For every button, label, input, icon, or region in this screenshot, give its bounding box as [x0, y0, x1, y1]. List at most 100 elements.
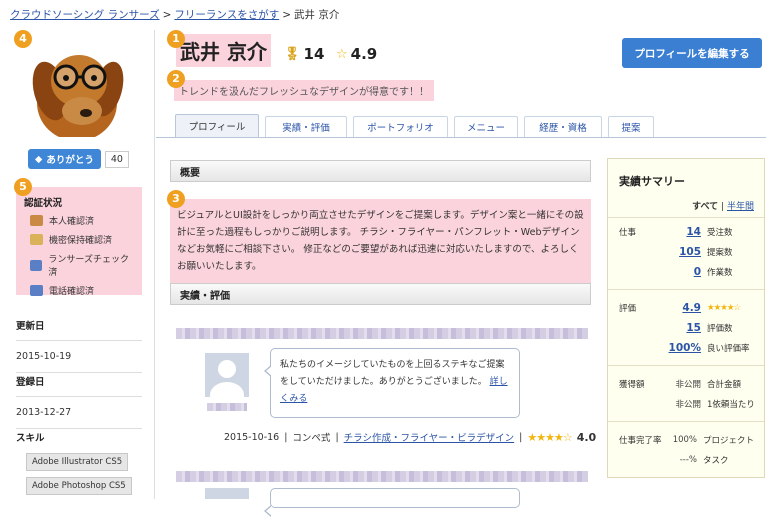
- verification-item-label: 本人確認済: [49, 217, 95, 227]
- thanks-button[interactable]: ◆ ありがとう: [28, 149, 101, 169]
- badge-stat: 🎖 14: [284, 45, 324, 63]
- eval-count[interactable]: 15: [663, 322, 701, 334]
- marker-3: 3: [167, 190, 185, 208]
- review-category-link[interactable]: チラシ作成・フライヤー・ビラデザイン: [344, 430, 515, 444]
- earn-label: 獲得額: [619, 380, 645, 390]
- verification-item: 本人確認済: [30, 214, 134, 227]
- overview-heading: 概要: [170, 160, 591, 182]
- complete-label: 仕事完了率: [619, 436, 662, 446]
- reviewer-avatar: [205, 488, 249, 499]
- breadcrumb-separator: >: [162, 9, 172, 21]
- tab-career[interactable]: 経歴・資格: [524, 116, 602, 137]
- rating-stat: ☆ 4.9: [336, 45, 377, 63]
- tasks-label: 作業数: [707, 268, 733, 278]
- good-rate[interactable]: 100%: [663, 342, 701, 354]
- verification-item-label: 電話確認済: [49, 287, 95, 297]
- sidebar-divider: [154, 30, 155, 499]
- complete-project-value: 100%: [672, 435, 697, 445]
- reviewer-avatar: [205, 353, 249, 397]
- thanks-widget: ◆ ありがとう 40: [28, 149, 129, 169]
- marker-5: 5: [14, 178, 32, 196]
- orders-value[interactable]: 14: [663, 226, 701, 238]
- summary-row-earn-per: 非公開 1依頼当たり: [619, 398, 759, 410]
- badge-count: 14: [303, 45, 325, 63]
- blurred-job-title: [176, 471, 588, 482]
- work-label: 仕事: [619, 228, 637, 238]
- registered-section: 登録日 2013-12-27: [16, 374, 142, 429]
- breadcrumb: クラウドソーシング ランサーズ > フリーランスをさがす > 武井 京介: [10, 7, 339, 22]
- skills-label: スキル: [16, 433, 45, 444]
- handshake-icon: ◆: [35, 153, 43, 165]
- summary-row-good-rate: 100% 良い評価率: [619, 342, 759, 354]
- summary-divider: [608, 217, 764, 218]
- summary-divider: [608, 421, 764, 422]
- check-card-icon: [30, 259, 43, 271]
- summary-row-eval-count: 15 評価数: [619, 322, 759, 334]
- marker-4: 4: [14, 30, 32, 48]
- tasks-value[interactable]: 0: [663, 266, 701, 278]
- verification-item: ランサーズチェック済: [30, 252, 134, 278]
- overview-text: ビジュアルとUI設計をしっかり両立させたデザインをご提案します。デザイン案と一緒…: [170, 199, 591, 283]
- proposals-value[interactable]: 105: [663, 246, 701, 258]
- reviews-heading: 実績・評価: [170, 283, 591, 305]
- meta-separator: |: [335, 431, 339, 443]
- summary-divider: [608, 365, 764, 366]
- meta-separator: |: [519, 431, 523, 443]
- review-meta: 2015-10-16 | コンペ式 | チラシ作成・フライヤー・ビラデザイン |…: [224, 430, 596, 445]
- proposals-label: 提案数: [707, 248, 733, 258]
- summary-row-earn-total: 獲得額 非公開 合計金額: [619, 378, 759, 390]
- edit-profile-button[interactable]: プロフィールを編集する: [622, 38, 762, 68]
- profile-name: 武井 京介: [176, 34, 271, 67]
- breadcrumb-link-top[interactable]: クラウドソーシング ランサーズ: [10, 9, 160, 21]
- summary-title: 実績サマリー: [619, 175, 685, 188]
- eval-stars: ★★★★☆: [707, 303, 741, 313]
- earn-per-label: 1依頼当たり: [707, 400, 755, 410]
- profile-tabs: プロフィール 実績・評価 ポートフォリオ メニュー 経歴・資格 提案: [175, 114, 654, 137]
- tab-menu[interactable]: メニュー: [454, 116, 518, 137]
- tab-achievements[interactable]: 実績・評価: [265, 116, 347, 137]
- thanks-count: 40: [104, 150, 129, 168]
- summary-row-eval: 評価 4.9 ★★★★☆: [619, 302, 759, 314]
- orders-label: 受注数: [707, 228, 733, 238]
- summary-row-proposals: 105 提案数: [619, 246, 759, 258]
- complete-project-label: プロジェクト: [703, 436, 755, 446]
- verification-item-label: 機密保持確認済: [49, 236, 113, 246]
- earn-per-value: 非公開: [675, 400, 701, 410]
- updated-value: 2015-10-19: [16, 351, 142, 373]
- breadcrumb-link-search[interactable]: フリーランスをさがす: [174, 9, 279, 21]
- registered-value: 2013-12-27: [16, 407, 142, 429]
- summary-panel: 実績サマリー すべて | 半年間 仕事 14 受注数 105 提案数 0 作業数…: [607, 158, 765, 478]
- review-comment: [264, 488, 520, 517]
- summary-row-orders: 仕事 14 受注数: [619, 226, 759, 238]
- filter-separator: |: [721, 202, 725, 212]
- filter-all[interactable]: すべて: [692, 202, 718, 212]
- earn-total-label: 合計金額: [707, 380, 742, 390]
- review-comment: 私たちのイメージしていたものを上回るステキなご提案をしていただけました。ありがと…: [264, 348, 520, 418]
- summary-row-tasks: 0 作業数: [619, 266, 759, 278]
- breadcrumb-current: 武井 京介: [294, 9, 340, 21]
- blurred-reviewer-name: [207, 403, 247, 411]
- filter-half-year[interactable]: 半年間: [727, 202, 754, 212]
- verification-item: 機密保持確認済: [30, 233, 134, 246]
- eval-count-label: 評価数: [707, 324, 733, 334]
- tab-proposal[interactable]: 提案: [608, 116, 654, 137]
- eval-value[interactable]: 4.9: [663, 302, 701, 314]
- summary-row-complete-project: 仕事完了率 100% プロジェクト: [619, 434, 759, 446]
- tab-portfolio[interactable]: ポートフォリオ: [353, 116, 448, 137]
- tab-underline: [156, 137, 766, 138]
- tab-profile[interactable]: プロフィール: [175, 114, 259, 137]
- skill-tag[interactable]: Adobe Illustrator CS5: [26, 453, 129, 471]
- review-stars: ★★★★☆: [527, 430, 572, 444]
- medal-icon: 🎖: [284, 46, 301, 62]
- skill-tag[interactable]: Adobe Photoshop CS5: [26, 477, 132, 495]
- thanks-label: ありがとう: [46, 155, 94, 166]
- verification-box: 認証状況 本人確認済 機密保持確認済 ランサーズチェック済 電話確認済: [16, 187, 142, 297]
- summary-divider: [608, 289, 764, 290]
- rating-value: 4.9: [350, 45, 378, 63]
- updated-label: 更新日: [16, 318, 142, 341]
- marker-2: 2: [167, 70, 185, 88]
- verification-title: 認証状況: [24, 198, 63, 209]
- star-icon: ☆: [336, 46, 348, 62]
- blurred-job-title: [176, 328, 588, 339]
- person-icon: [30, 215, 43, 226]
